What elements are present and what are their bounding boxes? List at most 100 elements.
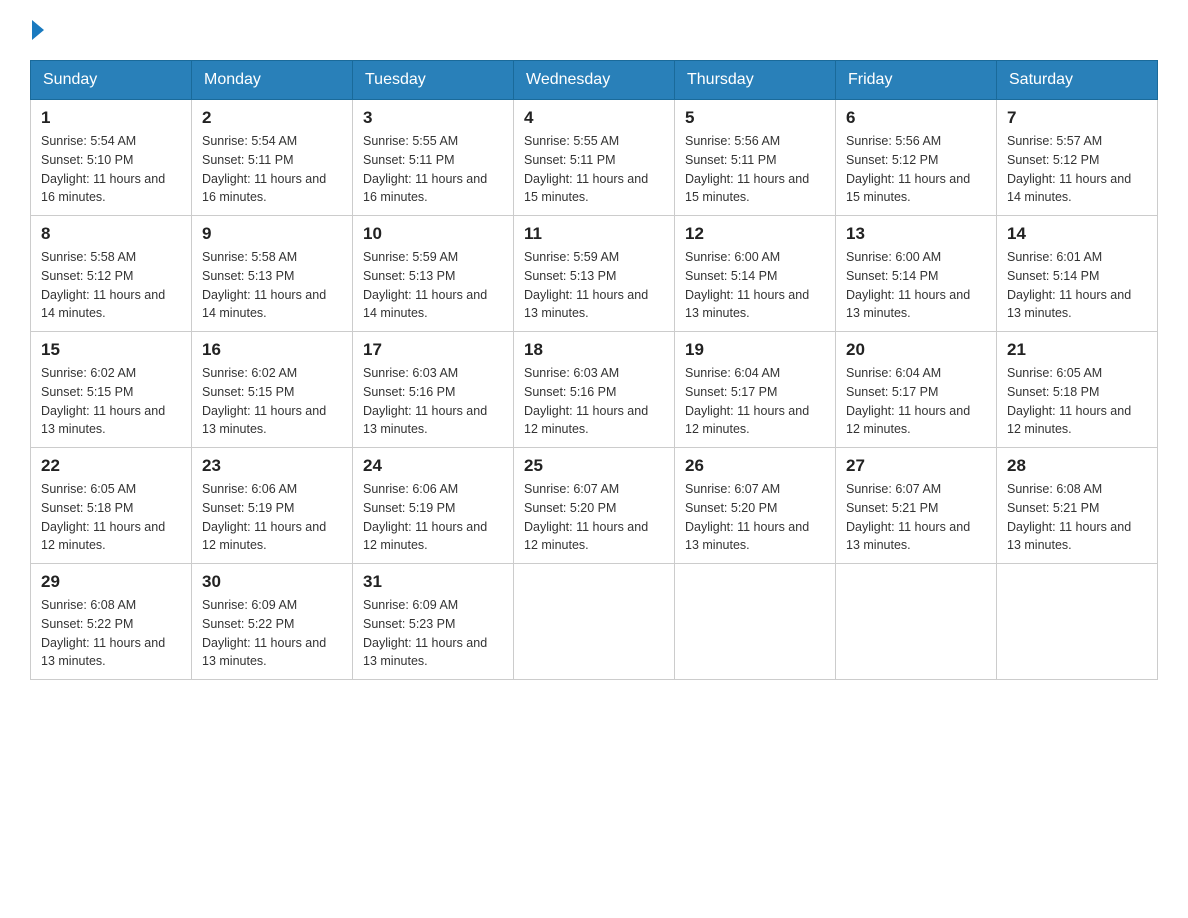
sunrise-label: Sunrise: 6:07 AM <box>524 482 619 496</box>
day-of-week-header: Saturday <box>997 61 1158 100</box>
day-info: Sunrise: 6:00 AM Sunset: 5:14 PM Dayligh… <box>846 248 986 323</box>
sunrise-label: Sunrise: 6:09 AM <box>363 598 458 612</box>
calendar-cell: 15 Sunrise: 6:02 AM Sunset: 5:15 PM Dayl… <box>31 332 192 448</box>
day-info: Sunrise: 6:09 AM Sunset: 5:23 PM Dayligh… <box>363 596 503 671</box>
calendar-cell <box>836 564 997 680</box>
sunrise-label: Sunrise: 5:58 AM <box>41 250 136 264</box>
daylight-label: Daylight: 11 hours and 13 minutes. <box>363 636 487 669</box>
daylight-label: Daylight: 11 hours and 12 minutes. <box>685 404 809 437</box>
calendar-cell: 13 Sunrise: 6:00 AM Sunset: 5:14 PM Dayl… <box>836 216 997 332</box>
day-info: Sunrise: 6:07 AM Sunset: 5:20 PM Dayligh… <box>685 480 825 555</box>
day-info: Sunrise: 6:08 AM Sunset: 5:22 PM Dayligh… <box>41 596 181 671</box>
sunrise-label: Sunrise: 6:08 AM <box>41 598 136 612</box>
sunset-label: Sunset: 5:21 PM <box>1007 501 1099 515</box>
day-info: Sunrise: 6:07 AM Sunset: 5:21 PM Dayligh… <box>846 480 986 555</box>
day-number: 1 <box>41 108 181 128</box>
sunset-label: Sunset: 5:21 PM <box>846 501 938 515</box>
calendar-cell: 6 Sunrise: 5:56 AM Sunset: 5:12 PM Dayli… <box>836 100 997 216</box>
daylight-label: Daylight: 11 hours and 16 minutes. <box>202 172 326 205</box>
daylight-label: Daylight: 11 hours and 12 minutes. <box>41 520 165 553</box>
day-number: 27 <box>846 456 986 476</box>
sunrise-label: Sunrise: 5:59 AM <box>363 250 458 264</box>
daylight-label: Daylight: 11 hours and 13 minutes. <box>685 288 809 321</box>
day-info: Sunrise: 5:59 AM Sunset: 5:13 PM Dayligh… <box>363 248 503 323</box>
day-number: 26 <box>685 456 825 476</box>
sunset-label: Sunset: 5:12 PM <box>41 269 133 283</box>
daylight-label: Daylight: 11 hours and 13 minutes. <box>41 636 165 669</box>
calendar-cell <box>997 564 1158 680</box>
logo-arrow-icon <box>32 20 44 40</box>
day-number: 3 <box>363 108 503 128</box>
calendar-cell <box>514 564 675 680</box>
daylight-label: Daylight: 11 hours and 12 minutes. <box>846 404 970 437</box>
calendar-cell: 27 Sunrise: 6:07 AM Sunset: 5:21 PM Dayl… <box>836 448 997 564</box>
day-number: 23 <box>202 456 342 476</box>
sunset-label: Sunset: 5:10 PM <box>41 153 133 167</box>
calendar-cell: 10 Sunrise: 5:59 AM Sunset: 5:13 PM Dayl… <box>353 216 514 332</box>
day-info: Sunrise: 5:58 AM Sunset: 5:13 PM Dayligh… <box>202 248 342 323</box>
sunrise-label: Sunrise: 6:00 AM <box>685 250 780 264</box>
sunrise-label: Sunrise: 5:58 AM <box>202 250 297 264</box>
sunset-label: Sunset: 5:22 PM <box>202 617 294 631</box>
calendar-week-row: 1 Sunrise: 5:54 AM Sunset: 5:10 PM Dayli… <box>31 100 1158 216</box>
day-number: 21 <box>1007 340 1147 360</box>
calendar-cell: 31 Sunrise: 6:09 AM Sunset: 5:23 PM Dayl… <box>353 564 514 680</box>
daylight-label: Daylight: 11 hours and 13 minutes. <box>363 404 487 437</box>
calendar-cell <box>675 564 836 680</box>
day-of-week-header: Monday <box>192 61 353 100</box>
daylight-label: Daylight: 11 hours and 13 minutes. <box>41 404 165 437</box>
daylight-label: Daylight: 11 hours and 13 minutes. <box>846 520 970 553</box>
calendar-cell: 26 Sunrise: 6:07 AM Sunset: 5:20 PM Dayl… <box>675 448 836 564</box>
day-number: 30 <box>202 572 342 592</box>
calendar-cell: 12 Sunrise: 6:00 AM Sunset: 5:14 PM Dayl… <box>675 216 836 332</box>
sunrise-label: Sunrise: 6:03 AM <box>363 366 458 380</box>
day-number: 9 <box>202 224 342 244</box>
daylight-label: Daylight: 11 hours and 12 minutes. <box>363 520 487 553</box>
day-number: 19 <box>685 340 825 360</box>
daylight-label: Daylight: 11 hours and 12 minutes. <box>524 404 648 437</box>
sunrise-label: Sunrise: 5:55 AM <box>363 134 458 148</box>
sunrise-label: Sunrise: 5:54 AM <box>41 134 136 148</box>
sunrise-label: Sunrise: 5:56 AM <box>685 134 780 148</box>
sunset-label: Sunset: 5:15 PM <box>41 385 133 399</box>
sunrise-label: Sunrise: 5:57 AM <box>1007 134 1102 148</box>
daylight-label: Daylight: 11 hours and 13 minutes. <box>1007 520 1131 553</box>
sunset-label: Sunset: 5:22 PM <box>41 617 133 631</box>
day-info: Sunrise: 6:07 AM Sunset: 5:20 PM Dayligh… <box>524 480 664 555</box>
sunset-label: Sunset: 5:18 PM <box>1007 385 1099 399</box>
day-number: 15 <box>41 340 181 360</box>
sunset-label: Sunset: 5:20 PM <box>685 501 777 515</box>
sunrise-label: Sunrise: 6:03 AM <box>524 366 619 380</box>
day-info: Sunrise: 6:00 AM Sunset: 5:14 PM Dayligh… <box>685 248 825 323</box>
daylight-label: Daylight: 11 hours and 12 minutes. <box>1007 404 1131 437</box>
sunset-label: Sunset: 5:15 PM <box>202 385 294 399</box>
day-info: Sunrise: 6:05 AM Sunset: 5:18 PM Dayligh… <box>41 480 181 555</box>
sunset-label: Sunset: 5:11 PM <box>363 153 455 167</box>
day-number: 2 <box>202 108 342 128</box>
sunset-label: Sunset: 5:16 PM <box>524 385 616 399</box>
sunrise-label: Sunrise: 6:04 AM <box>846 366 941 380</box>
calendar-cell: 18 Sunrise: 6:03 AM Sunset: 5:16 PM Dayl… <box>514 332 675 448</box>
daylight-label: Daylight: 11 hours and 12 minutes. <box>524 520 648 553</box>
calendar-cell: 16 Sunrise: 6:02 AM Sunset: 5:15 PM Dayl… <box>192 332 353 448</box>
logo-blue-part <box>30 20 44 38</box>
calendar-week-row: 22 Sunrise: 6:05 AM Sunset: 5:18 PM Dayl… <box>31 448 1158 564</box>
daylight-label: Daylight: 11 hours and 16 minutes. <box>41 172 165 205</box>
calendar-cell: 2 Sunrise: 5:54 AM Sunset: 5:11 PM Dayli… <box>192 100 353 216</box>
sunrise-label: Sunrise: 5:56 AM <box>846 134 941 148</box>
sunset-label: Sunset: 5:20 PM <box>524 501 616 515</box>
day-of-week-header: Friday <box>836 61 997 100</box>
sunset-label: Sunset: 5:17 PM <box>846 385 938 399</box>
sunset-label: Sunset: 5:18 PM <box>41 501 133 515</box>
calendar-week-row: 29 Sunrise: 6:08 AM Sunset: 5:22 PM Dayl… <box>31 564 1158 680</box>
day-info: Sunrise: 6:06 AM Sunset: 5:19 PM Dayligh… <box>202 480 342 555</box>
sunrise-label: Sunrise: 5:59 AM <box>524 250 619 264</box>
calendar-cell: 14 Sunrise: 6:01 AM Sunset: 5:14 PM Dayl… <box>997 216 1158 332</box>
sunrise-label: Sunrise: 6:05 AM <box>1007 366 1102 380</box>
calendar-cell: 3 Sunrise: 5:55 AM Sunset: 5:11 PM Dayli… <box>353 100 514 216</box>
sunrise-label: Sunrise: 5:54 AM <box>202 134 297 148</box>
day-info: Sunrise: 5:55 AM Sunset: 5:11 PM Dayligh… <box>363 132 503 207</box>
day-info: Sunrise: 5:59 AM Sunset: 5:13 PM Dayligh… <box>524 248 664 323</box>
daylight-label: Daylight: 11 hours and 12 minutes. <box>202 520 326 553</box>
calendar-cell: 19 Sunrise: 6:04 AM Sunset: 5:17 PM Dayl… <box>675 332 836 448</box>
